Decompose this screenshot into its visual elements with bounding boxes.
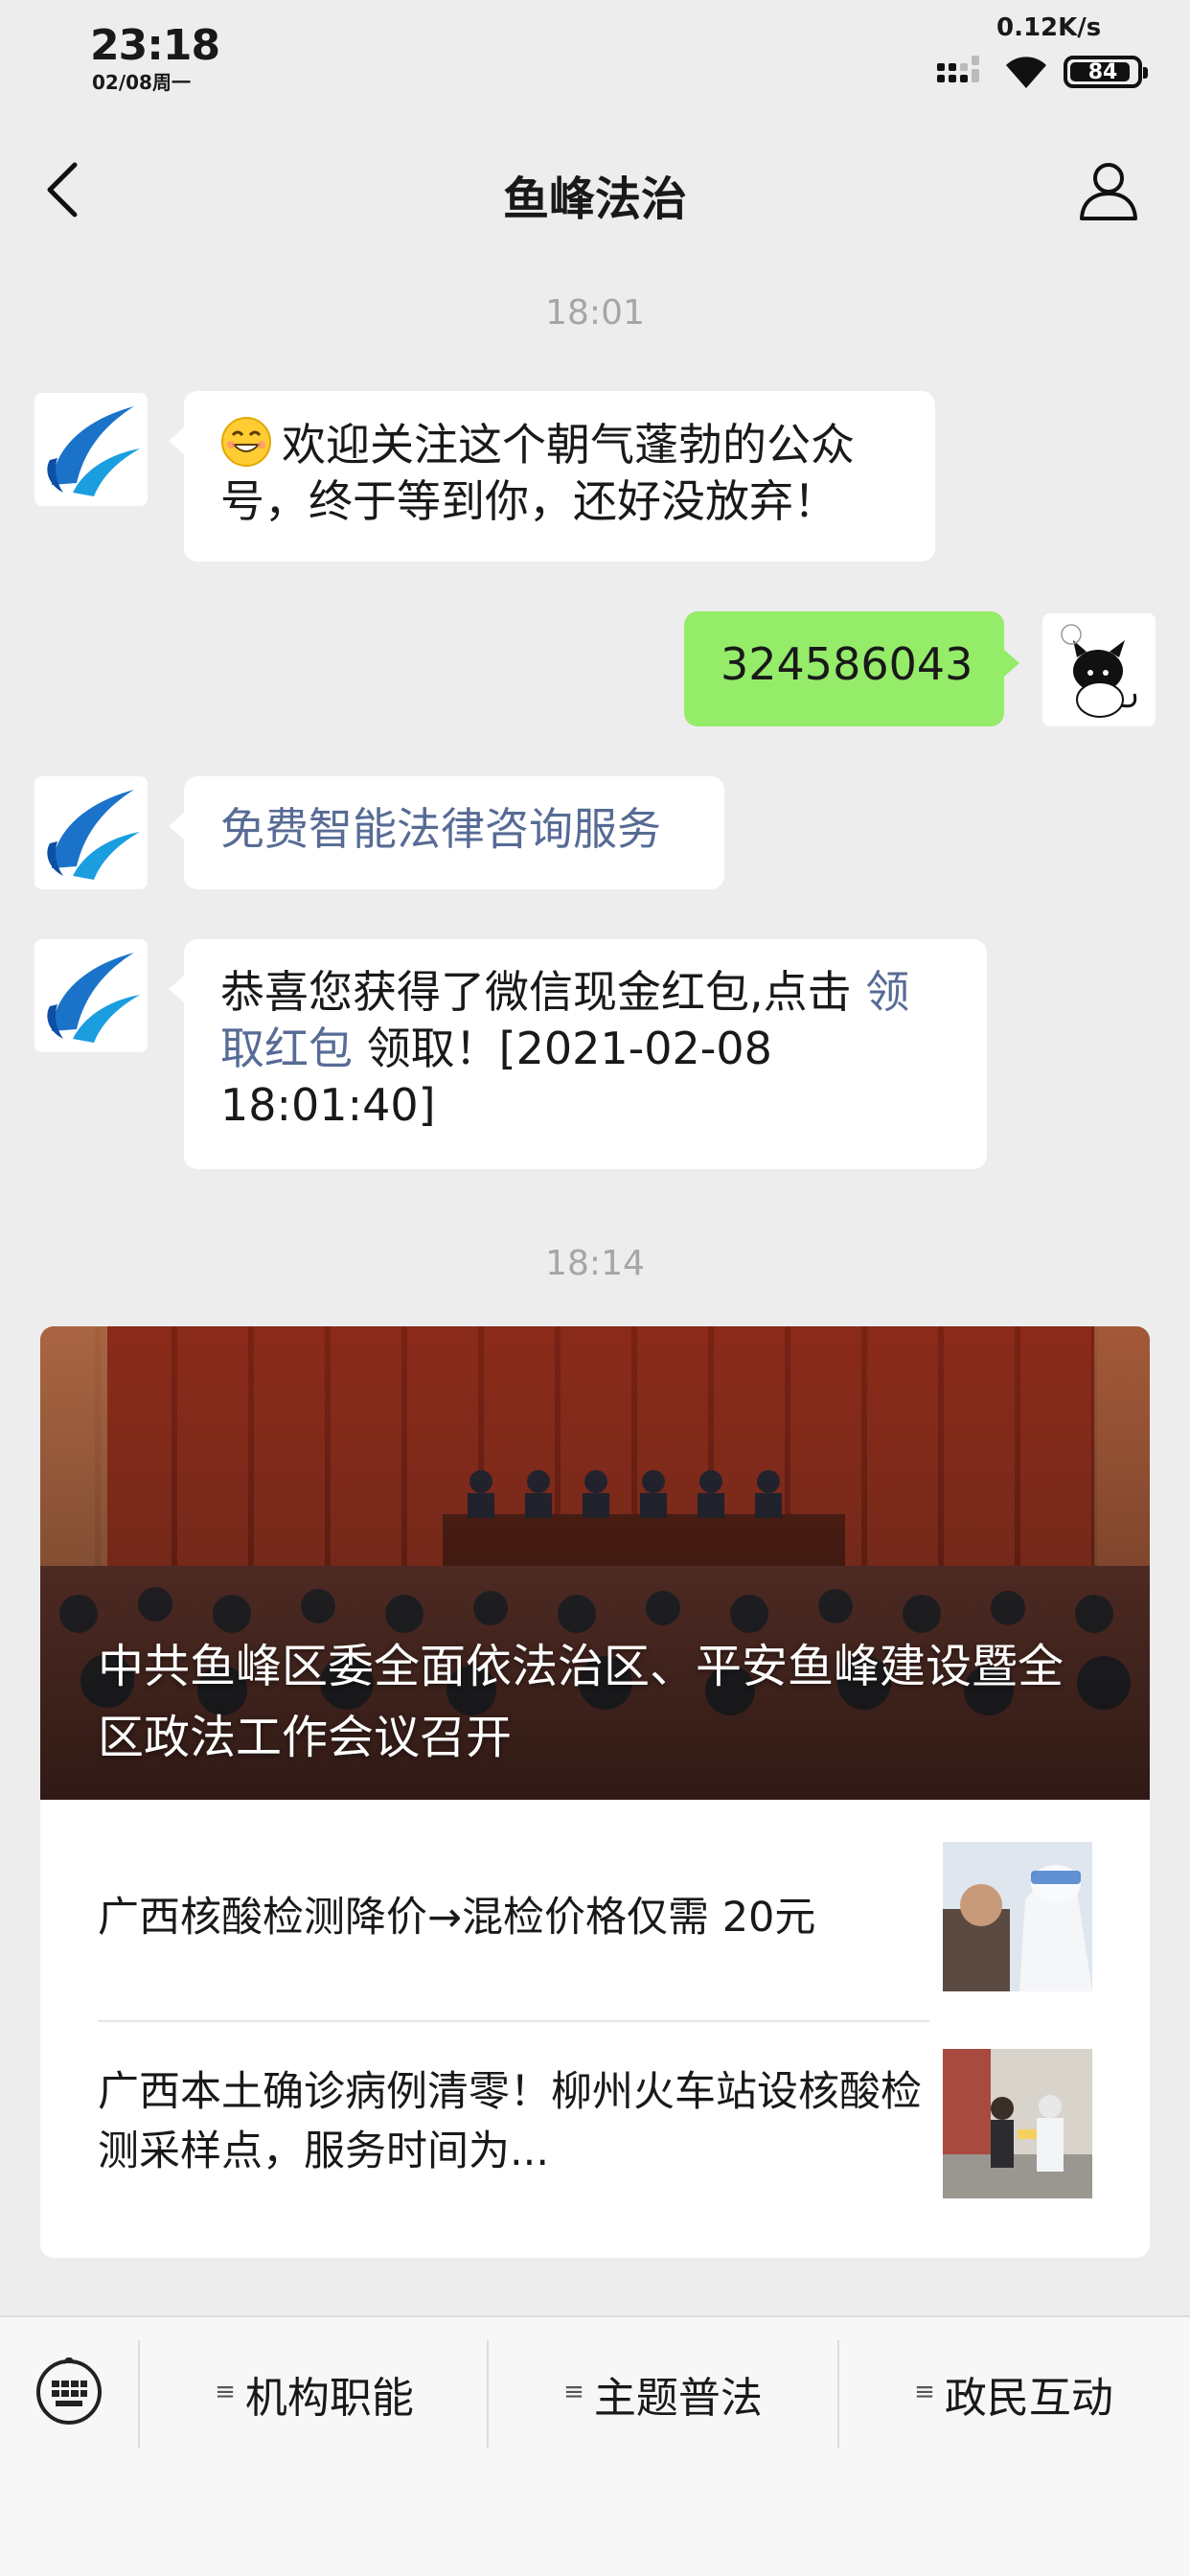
message-text-before: 恭喜您获得了微信现金红包,点击 [220,966,866,1018]
account-avatar[interactable] [34,939,148,1052]
menu-lines-icon: ≡ [914,2378,935,2406]
legal-service-link[interactable]: 免费智能法律咨询服务 [220,803,661,855]
account-avatar[interactable] [34,776,148,889]
message-text: 324586043 [721,638,973,690]
article-cover-title[interactable]: 中共鱼峰区委全面依法治区、平安鱼峰建设暨全区政法工作会议召开 [98,1631,1094,1773]
person-icon[interactable] [1077,159,1140,222]
menu-item-institution[interactable]: ≡ 机构职能 [140,2340,489,2448]
cartoon-cat-avatar [1042,613,1156,726]
article-item-title[interactable]: 广西核酸检测降价→混检价格仅需 20元 [98,1890,922,1945]
account-avatar[interactable] [34,393,148,506]
menu-item-law-education[interactable]: ≡ 主题普法 [489,2340,837,2448]
menu-lines-icon: ≡ [215,2378,236,2406]
network-speed: 0.12K/s [996,13,1102,42]
nucleic-test-photo [943,1842,1092,1991]
menu-item-label: 主题普法 [593,2374,763,2423]
wifi-icon [1006,57,1046,88]
chat-timestamp: 18:01 [545,293,645,333]
account-logo [34,776,148,889]
keyboard-icon[interactable] [34,2358,103,2426]
station-sampling-photo [943,2049,1092,2198]
message-bubble-welcome[interactable]: 欢迎关注这个朝气蓬勃的公众号，终于等到你，还好没放弃！ [169,391,935,562]
battery-level: 84 [1087,59,1118,84]
chat-timestamp: 18:14 [545,1244,645,1283]
menu-item-label: 机构职能 [244,2374,414,2423]
bottom-menu-bar: ≡ 机构职能 ≡ 主题普法 ≡ 政民互动 [0,2315,1190,2576]
battery-icon: 84 [1064,56,1148,88]
message-bubble-red-packet[interactable]: 恭喜您获得了微信现金红包,点击 领取红包 领取！[2021-02-08 18:0… [169,939,987,1169]
menu-item-interaction[interactable]: ≡ 政民互动 [839,2340,1188,2448]
message-bubble-legal-service[interactable]: 免费智能法律咨询服务 [169,776,724,889]
my-avatar[interactable] [1042,613,1156,726]
status-date: 02/08周一 [92,71,191,94]
article-cover[interactable]: 中共鱼峰区委全面依法治区、平安鱼峰建设暨全区政法工作会议召开 [40,1326,1150,1800]
account-logo [34,939,148,1052]
page-title: 鱼峰法治 [502,172,687,226]
menu-lines-icon: ≡ [563,2378,584,2406]
message-text: 欢迎关注这个朝气蓬勃的公众号，终于等到你，还好没放弃！ [220,419,855,527]
message-bubble-mine[interactable]: 324586043 [684,611,1019,726]
article-item-title[interactable]: 广西本土确诊病例清零！柳州火车站设核酸检测采样点，服务时间为... [98,2062,941,2181]
account-logo [34,393,148,506]
divider [98,2020,929,2022]
signal-icon [937,56,979,82]
status-time: 23:18 [90,21,220,70]
article-card: 中共鱼峰区委全面依法治区、平安鱼峰建设暨全区政法工作会议召开 广西核酸检测降价→… [40,1326,1150,2258]
status-bar: 23:18 02/08周一 0.12K/s 84 [0,0,1190,105]
grinning-sweat-emoji [221,417,271,467]
article-item-thumbnail[interactable] [943,1842,1092,1991]
menu-item-label: 政民互动 [944,2374,1113,2423]
article-item-thumbnail[interactable] [943,2049,1092,2198]
